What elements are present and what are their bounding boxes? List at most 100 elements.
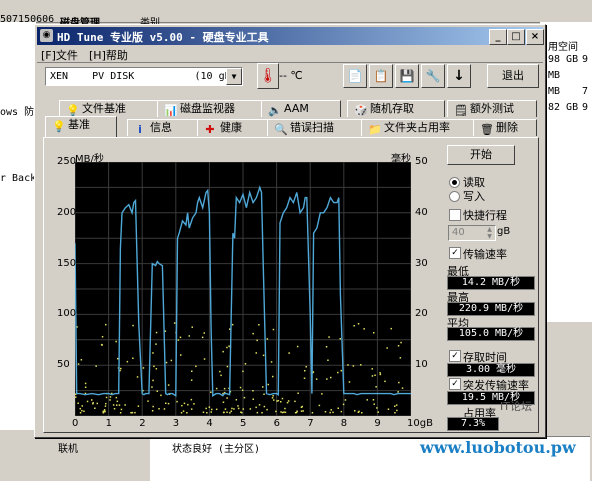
tests-icon: 🗒 <box>454 104 468 117</box>
tab-benchmark[interactable]: 💡 基准 <box>45 116 117 137</box>
access-time-point <box>377 411 379 413</box>
tab-disk-monitor[interactable]: 📊 磁盘监视器 <box>157 100 267 117</box>
access-time-point <box>255 352 257 354</box>
access-time-point <box>180 412 183 414</box>
access-time-point <box>203 358 206 360</box>
access-time-point <box>176 400 178 403</box>
copy-text-button[interactable]: 📄 <box>343 64 367 88</box>
access-time-point <box>372 399 375 401</box>
access-time-point <box>374 374 376 376</box>
access-time-point <box>119 412 122 414</box>
close-button[interactable]: × <box>526 29 544 45</box>
access-time-point <box>101 336 104 338</box>
access-time-point <box>96 402 98 405</box>
access-time-point <box>375 386 377 388</box>
temperature-icon[interactable]: 🌡 <box>257 63 279 89</box>
access-time-point <box>249 408 252 410</box>
access-time-point <box>235 399 238 401</box>
exit-button[interactable]: 退出 <box>487 64 539 88</box>
window-title: HD Tune 专业版 v5.00 - 硬盘专业工具 <box>57 31 269 44</box>
access-time-point <box>190 408 193 410</box>
access-time-point <box>280 411 282 413</box>
start-button[interactable]: 开始 <box>447 145 515 165</box>
access-time-point <box>226 346 228 349</box>
access-time-point <box>230 410 232 412</box>
tab-aam[interactable]: 🔈 AAM <box>261 100 341 117</box>
access-time-point <box>330 409 332 411</box>
write-label: 写入 <box>463 190 485 203</box>
access-time-point <box>305 366 307 368</box>
access-time-point <box>203 332 205 334</box>
access-time-point <box>315 378 318 380</box>
access-time-point <box>167 384 170 386</box>
access-time-point <box>118 404 121 406</box>
access-time-point <box>136 376 139 378</box>
access-time-point <box>208 406 211 408</box>
background-right-suffix-1: 9 <box>582 54 589 65</box>
tab-erase[interactable]: 🗑 删除 <box>473 119 537 136</box>
tab-health[interactable]: ✚ 健康 <box>197 119 271 136</box>
access-time-point <box>399 357 402 359</box>
tab-extra-tests[interactable]: 🗒 额外测试 <box>447 100 537 117</box>
spinner-icon[interactable]: ▲ ▼ <box>485 226 494 240</box>
access-time-point <box>300 410 303 412</box>
access-time-point <box>155 331 158 334</box>
transfer-rate-checkbox[interactable]: ✓ <box>449 247 461 259</box>
access-time-point <box>226 365 229 368</box>
minimize-button[interactable]: _ <box>489 29 507 45</box>
access-time-point <box>152 352 154 354</box>
access-time-point <box>237 405 239 407</box>
access-time-point <box>328 336 330 338</box>
maximize-button[interactable]: □ <box>507 29 525 45</box>
access-time-point <box>240 411 242 413</box>
tab-folder-usage[interactable]: 📁 文件夹占用率 <box>361 119 479 136</box>
access-time-point <box>400 341 402 344</box>
short-stroke-input[interactable]: 40 ▲ ▼ <box>448 225 496 241</box>
chart-svg <box>74 161 412 417</box>
access-time-point <box>283 411 285 413</box>
menu-file[interactable]: [F]文件 <box>41 47 78 63</box>
menu-help[interactable]: [H]帮助 <box>89 47 128 63</box>
access-time-point <box>220 374 222 377</box>
access-time-point <box>361 412 363 414</box>
access-time-point <box>137 405 140 407</box>
menu-divider <box>37 62 543 63</box>
access-time-point <box>219 370 221 373</box>
access-time-point <box>256 339 258 342</box>
access-time-point <box>270 361 273 363</box>
access-time-point <box>287 400 290 402</box>
access-time-point <box>244 363 247 365</box>
access-time-point <box>294 412 297 414</box>
access-time-point <box>179 336 182 339</box>
options-button[interactable]: 🔧 <box>421 64 445 88</box>
access-time-point <box>311 412 314 414</box>
background-right-window <box>540 22 592 322</box>
short-stroke-checkbox[interactable] <box>449 209 461 221</box>
access-time-point <box>92 403 94 405</box>
access-time-point <box>395 404 398 406</box>
copy-screenshot-button[interactable]: 📋 <box>369 64 393 88</box>
title-bar[interactable]: ◉ HD Tune 专业版 v5.00 - 硬盘专业工具 _ □ × <box>37 27 544 45</box>
monitor-icon: 📊 <box>164 104 178 117</box>
write-radio[interactable] <box>449 191 460 202</box>
access-time-point <box>104 405 107 407</box>
chevron-down-icon[interactable]: ▼ <box>226 68 242 85</box>
down-arrow-button[interactable]: ↓ <box>447 64 471 88</box>
access-time-checkbox[interactable]: ✓ <box>449 350 461 362</box>
access-time-point <box>252 332 254 335</box>
tab-random-access[interactable]: 🎲 随机存取 <box>347 100 445 117</box>
tab-error-scan[interactable]: 🔍 错误扫描 <box>267 119 365 136</box>
access-time-point <box>186 412 188 414</box>
drive-select[interactable]: XEN PV DISK (10 gB) ▼ <box>45 67 243 86</box>
burst-rate-checkbox[interactable]: ✓ <box>449 378 461 390</box>
tab-file-benchmark[interactable]: 💡 文件基准 <box>59 100 167 117</box>
access-time-point <box>165 402 167 404</box>
access-time-point <box>329 411 331 414</box>
tab-info[interactable]: i 信息 <box>127 119 199 136</box>
save-button[interactable]: 💾 <box>395 64 419 88</box>
access-time-point <box>201 336 204 339</box>
access-time-point <box>103 409 106 411</box>
read-radio[interactable] <box>449 177 460 188</box>
short-stroke-unit: gB <box>497 226 511 237</box>
access-time-point <box>77 363 80 365</box>
